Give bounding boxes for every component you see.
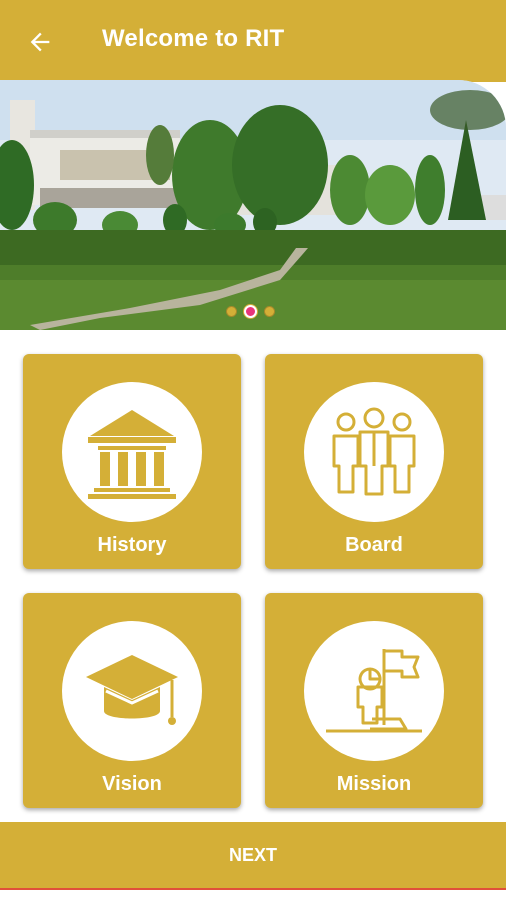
building-columns-icon xyxy=(88,410,176,499)
campus-photo xyxy=(0,80,506,330)
page-title: Welcome to RIT xyxy=(102,25,285,52)
app-bar: Welcome to RIT xyxy=(0,0,506,82)
mission-label: Mission xyxy=(336,773,412,795)
vision-card[interactable]: Vision xyxy=(23,593,241,808)
mission-icon-circle xyxy=(304,621,444,761)
next-button[interactable]: NEXT xyxy=(0,822,506,888)
back-button[interactable] xyxy=(22,24,58,60)
history-card[interactable]: History xyxy=(23,354,241,569)
vision-icon-circle xyxy=(62,621,202,761)
carousel-dot[interactable] xyxy=(226,306,237,317)
history-icon-circle xyxy=(62,382,202,522)
carousel-indicator xyxy=(226,305,275,318)
board-label: Board xyxy=(345,534,403,556)
carousel-dot[interactable] xyxy=(264,306,275,317)
mission-card[interactable]: Mission xyxy=(265,593,483,808)
campus-image-carousel[interactable] xyxy=(0,80,506,330)
people-group-icon xyxy=(332,407,416,496)
carousel-dot-active[interactable] xyxy=(244,305,257,318)
arrow-left-icon xyxy=(30,32,50,52)
graduation-cap-icon xyxy=(86,655,178,725)
history-label: History xyxy=(97,534,167,556)
person-flag-icon xyxy=(326,649,422,733)
vision-label: Vision xyxy=(102,773,162,795)
board-icon-circle xyxy=(304,382,444,522)
board-card[interactable]: Board xyxy=(265,354,483,569)
